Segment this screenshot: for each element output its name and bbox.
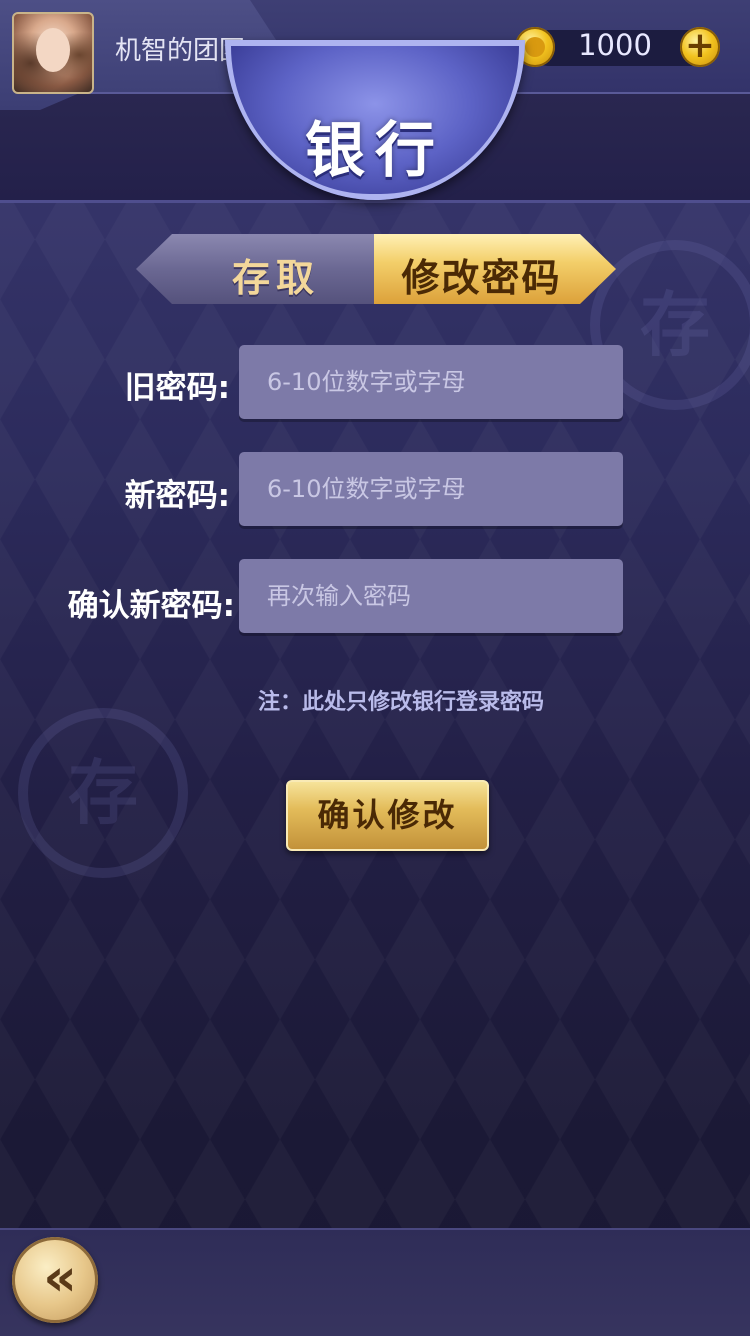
double-chevron-left-icon: « [43,1248,76,1308]
avatar-face [36,28,70,72]
new-password-field[interactable] [239,452,623,526]
tab-label: 存取 [231,256,320,300]
page-title: 银行 [305,116,445,186]
avatar[interactable] [12,12,94,94]
bank-title-badge: 银行 [225,40,525,200]
coin-balance: 1000 [578,28,652,62]
confirm-change-button[interactable]: 确认修改 [286,780,489,851]
tab-bar: 存取 修改密码 [136,234,616,304]
tab-label: 修改密码 [401,256,562,300]
watermark-seal-left: 存 [18,708,188,878]
tab-deposit-withdraw[interactable]: 存取 [136,234,376,304]
header-divider [0,200,750,203]
confirm-password-field[interactable] [239,559,623,633]
password-note: 注：此处只修改银行登录密码 [258,690,545,715]
back-button[interactable]: « [12,1237,98,1323]
old-password-field[interactable] [239,345,623,419]
watermark-seal-text: 存 [68,752,138,834]
confirm-password-label: 确认新密码: [67,588,235,624]
new-password-label: 新密码: [124,478,230,514]
watermark-seal-text: 存 [640,284,710,366]
bottom-bar [0,1228,750,1336]
add-coins-button[interactable]: + [680,27,720,67]
tab-change-password[interactable]: 修改密码 [374,234,616,304]
old-password-label: 旧密码: [124,370,230,406]
